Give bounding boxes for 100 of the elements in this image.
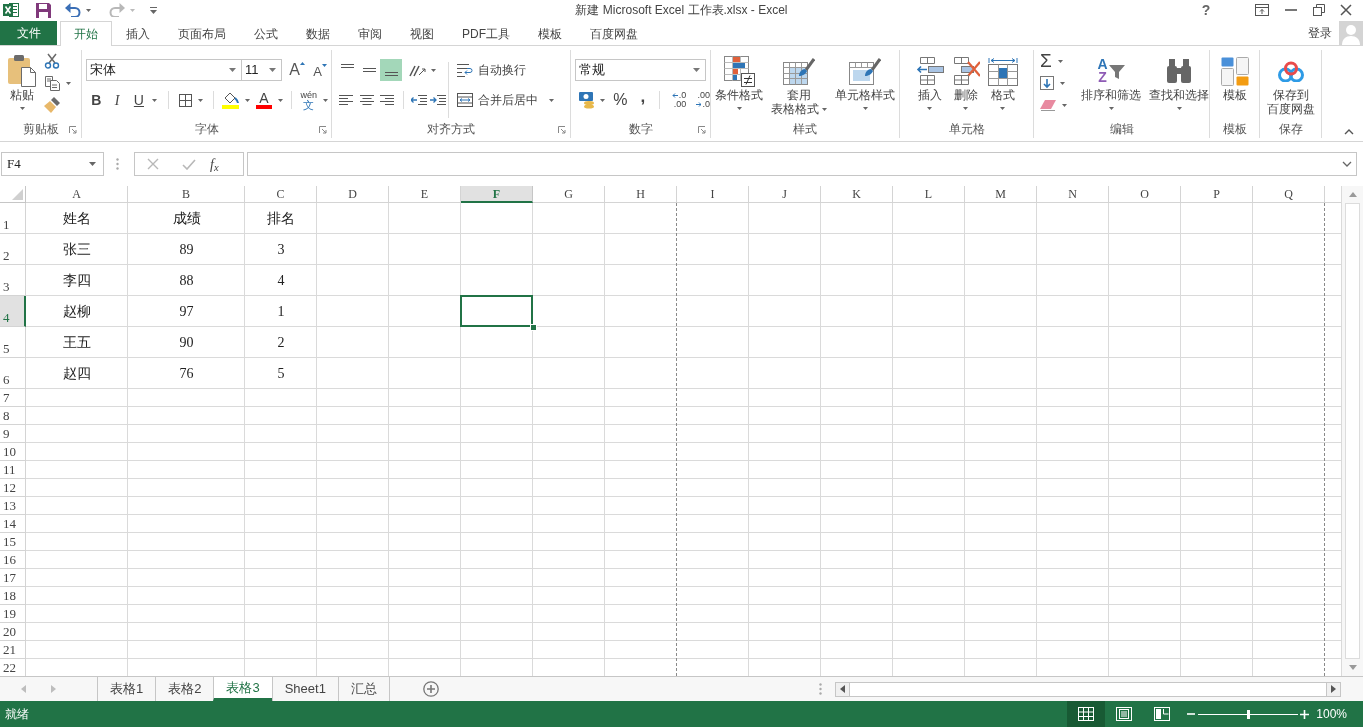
save-to-cloud-button[interactable]: 保存到 百度网盘: [1263, 50, 1318, 120]
font-color-button[interactable]: A: [252, 90, 287, 110]
italic-button[interactable]: I: [106, 90, 128, 110]
row-header[interactable]: 1: [0, 203, 26, 234]
ribbon-tab[interactable]: PDF工具: [448, 21, 524, 45]
shrink-font-button[interactable]: A: [309, 59, 331, 81]
ribbon-tab[interactable]: 页面布局: [164, 21, 240, 45]
dialog-launcher-icon[interactable]: [319, 126, 327, 134]
column-header[interactable]: D: [317, 186, 389, 203]
ribbon-tab[interactable]: 数据: [292, 21, 344, 45]
ribbon-tab[interactable]: 插入: [112, 21, 164, 45]
font-name-dropdown[interactable]: 宋体: [86, 59, 242, 81]
ribbon-tab[interactable]: 百度网盘: [576, 21, 652, 45]
column-header[interactable]: O: [1109, 186, 1181, 203]
number-format-dropdown[interactable]: 常规: [575, 59, 706, 81]
view-button[interactable]: [1067, 701, 1106, 727]
row-header[interactable]: 3: [0, 265, 26, 296]
undo-button[interactable]: [65, 0, 91, 20]
row-header[interactable]: 14: [0, 515, 26, 533]
column-header[interactable]: C: [245, 186, 317, 203]
dialog-launcher-icon[interactable]: [69, 126, 77, 134]
column-header[interactable]: B: [128, 186, 245, 203]
font-size-dropdown[interactable]: 11: [242, 59, 282, 81]
column-header[interactable]: J: [749, 186, 821, 203]
format-as-table-button[interactable]: 套用 表格格式: [768, 50, 830, 120]
column-header[interactable]: I: [677, 186, 749, 203]
conditional-format-button[interactable]: 条件格式: [712, 50, 766, 120]
ribbon-tab[interactable]: 视图: [396, 21, 448, 45]
sort-filter-button[interactable]: A Z 排序和筛选: [1078, 50, 1144, 120]
row-header[interactable]: 8: [0, 407, 26, 425]
row-header[interactable]: 11: [0, 461, 26, 479]
app-menu-button[interactable]: [3, 0, 19, 20]
phonetic-guide-button[interactable]: wén 文: [297, 90, 331, 110]
row-header[interactable]: 16: [0, 551, 26, 569]
row-header[interactable]: 22: [0, 659, 26, 676]
row-header[interactable]: 6: [0, 358, 26, 389]
row-header[interactable]: 18: [0, 587, 26, 605]
row-header[interactable]: 15: [0, 533, 26, 551]
column-header[interactable]: F: [461, 186, 533, 203]
paste-button[interactable]: 粘贴: [4, 50, 40, 120]
find-select-button[interactable]: 查找和选择: [1146, 50, 1212, 120]
row-header[interactable]: 12: [0, 479, 26, 497]
sign-in-link[interactable]: 登录: [1308, 20, 1332, 45]
row-header[interactable]: 13: [0, 497, 26, 515]
row-header[interactable]: 20: [0, 623, 26, 641]
vertical-align-button[interactable]: [380, 59, 402, 81]
column-header[interactable]: M: [965, 186, 1037, 203]
dialog-launcher-icon[interactable]: [698, 126, 706, 134]
wrap-text-button[interactable]: 自动换行: [457, 59, 554, 81]
column-header[interactable]: L: [893, 186, 965, 203]
file-tab[interactable]: 文件: [0, 21, 57, 45]
dialog-launcher-icon[interactable]: [558, 126, 566, 134]
row-header[interactable]: 21: [0, 641, 26, 659]
column-header[interactable]: H: [605, 186, 677, 203]
autosum-button[interactable]: Σ: [1040, 50, 1078, 72]
percent-button[interactable]: %: [608, 90, 633, 110]
ribbon-tab[interactable]: 审阅: [344, 21, 396, 45]
comma-style-button[interactable]: ,: [632, 90, 654, 110]
ribbon-tab[interactable]: 公式: [240, 21, 292, 45]
row-header[interactable]: 9: [0, 425, 26, 443]
format-button[interactable]: 格式: [984, 50, 1021, 120]
underline-button[interactable]: U: [127, 90, 164, 110]
row-header[interactable]: 2: [0, 234, 26, 265]
row-header[interactable]: 17: [0, 569, 26, 587]
insert-button[interactable]: 插入: [912, 50, 947, 120]
column-header[interactable]: A: [26, 186, 128, 203]
column-header[interactable]: N: [1037, 186, 1109, 203]
save-button[interactable]: [36, 0, 51, 20]
help-button[interactable]: ?: [1196, 0, 1216, 20]
cell-styles-button[interactable]: 单元格样式: [832, 50, 898, 120]
horizontal-scrollbar[interactable]: [835, 681, 1341, 697]
insert-function-button[interactable]: f$_{x}$: [210, 153, 219, 175]
grow-font-button[interactable]: A: [286, 59, 308, 81]
active-cell[interactable]: [460, 295, 533, 327]
ribbon-tab[interactable]: 开始: [60, 21, 112, 46]
delete-button[interactable]: 删除: [948, 50, 983, 120]
collapse-ribbon-button[interactable]: [1344, 129, 1354, 135]
increase-decimal-button[interactable]: .0 .00: [664, 90, 687, 110]
fill-handle-icon[interactable]: [530, 324, 537, 331]
column-header[interactable]: Q: [1253, 186, 1325, 203]
row-header[interactable]: 4: [0, 296, 26, 327]
column-header[interactable]: G: [533, 186, 605, 203]
column-header[interactable]: K: [821, 186, 893, 203]
column-header[interactable]: P: [1181, 186, 1253, 203]
formula-input[interactable]: [247, 152, 1357, 176]
zoom-slider[interactable]: [1198, 709, 1299, 719]
decrease-decimal-button[interactable]: .00 .0: [688, 90, 710, 110]
zoom-in-button[interactable]: [1298, 709, 1311, 719]
ribbon-tab[interactable]: 模板: [524, 21, 576, 45]
slider-thumb[interactable]: [1247, 709, 1251, 719]
vertical-scrollbar[interactable]: [1341, 186, 1363, 676]
row-header[interactable]: 5: [0, 327, 26, 358]
bold-button[interactable]: B: [86, 90, 107, 110]
row-header[interactable]: 19: [0, 605, 26, 623]
name-box[interactable]: F4: [1, 152, 104, 176]
row-header[interactable]: 7: [0, 389, 26, 407]
template-button[interactable]: 模板: [1217, 50, 1252, 120]
sheet-tab[interactable]: 表格3: [213, 677, 272, 701]
merge-center-button[interactable]: 合并后居中: [457, 90, 554, 110]
row-header[interactable]: 10: [0, 443, 26, 461]
